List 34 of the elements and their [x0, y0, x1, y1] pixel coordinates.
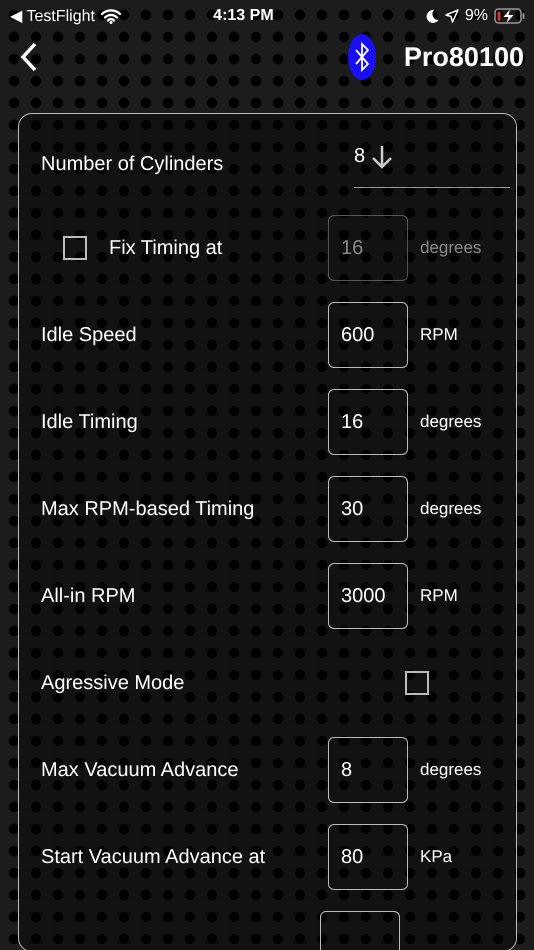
moon-icon — [426, 9, 439, 23]
unit-label: degrees — [420, 238, 482, 258]
setting-label: Fix Timing at — [109, 236, 224, 260]
setting-label: Idle Timing — [41, 410, 139, 434]
unit-label: degrees — [420, 760, 482, 780]
unit-label: KPa — [420, 847, 454, 867]
battery-percent: 9% — [464, 7, 488, 25]
input-field[interactable]: 8 — [328, 737, 408, 803]
back-chevron-icon — [20, 42, 38, 72]
back-to-app-link[interactable]: ◀ TestFlight — [10, 6, 95, 26]
checkbox[interactable] — [405, 671, 429, 695]
input-field[interactable]: 3000 — [328, 563, 408, 629]
setting-label: Idle Speed — [41, 324, 138, 346]
cylinders-dropdown[interactable]: 8 — [354, 134, 510, 188]
setting-label: Agressive Mode — [41, 672, 186, 694]
input-field[interactable]: 30 — [328, 476, 408, 542]
setting-label: Number of Cylinders — [41, 152, 224, 176]
clock-time: 4:13 PM — [212, 7, 275, 25]
setting-label: Max Vacuum Advance — [41, 758, 240, 782]
location-arrow-icon — [444, 9, 459, 23]
setting-label: All-in RPM — [41, 584, 136, 608]
unit-label: degrees — [420, 499, 482, 519]
down-arrow-icon — [371, 144, 394, 170]
unit-label: RPM — [420, 325, 459, 345]
battery-charging-icon — [494, 8, 526, 24]
input-field[interactable]: 16 — [328, 389, 408, 455]
unit-label: degrees — [420, 412, 482, 432]
unit-label: RPM — [420, 586, 459, 606]
input-field[interactable]: 600 — [328, 302, 408, 368]
input-field[interactable]: 80 — [328, 824, 408, 890]
setting-label: Start Vacuum Advance at — [41, 846, 266, 868]
setting-label: Max RPM-based Timing — [41, 498, 256, 520]
wifi-icon — [100, 8, 121, 24]
device-title: Pro80100 — [404, 42, 524, 72]
